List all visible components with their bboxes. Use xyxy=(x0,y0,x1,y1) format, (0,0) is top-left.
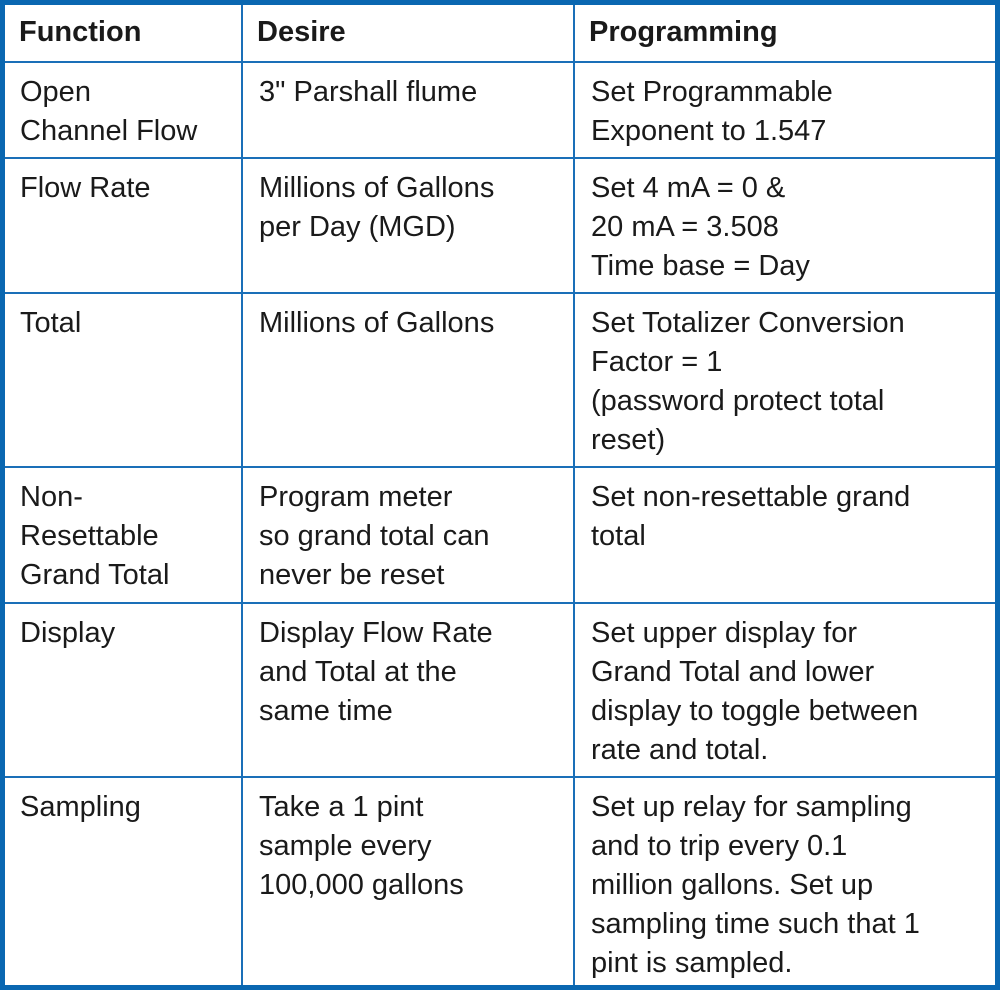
cell-function: Display xyxy=(5,602,243,778)
cell-desire: 3" Parshall flume xyxy=(241,61,575,159)
cell-desire: Display Flow Rate and Total at the same … xyxy=(241,602,575,778)
header-programming: Programming xyxy=(573,5,995,63)
cell-programming: Set 4 mA = 0 & 20 mA = 3.508 Time base =… xyxy=(573,157,995,294)
table-header-row: Function Desire Programming xyxy=(5,5,995,63)
cell-desire: Take a 1 pint sample every 100,000 gallo… xyxy=(241,776,575,985)
configuration-table: Function Desire Programming Open Channel… xyxy=(5,5,995,985)
table-row: Display Display Flow Rate and Total at t… xyxy=(5,602,995,778)
header-function: Function xyxy=(5,5,243,63)
table-row: Flow Rate Millions of Gallons per Day (M… xyxy=(5,157,995,294)
cell-programming: Set Programmable Exponent to 1.547 xyxy=(573,61,995,159)
cell-programming: Set up relay for sampling and to trip ev… xyxy=(573,776,995,985)
table-row: Total Millions of Gallons Set Totalizer … xyxy=(5,292,995,468)
table-row: Sampling Take a 1 pint sample every 100,… xyxy=(5,776,995,985)
header-desire: Desire xyxy=(241,5,575,63)
cell-function: Sampling xyxy=(5,776,243,985)
table-row: Open Channel Flow 3" Parshall flume Set … xyxy=(5,61,995,159)
cell-desire: Program meter so grand total can never b… xyxy=(241,466,575,604)
cell-programming: Set non-resettable grand total xyxy=(573,466,995,604)
table-row: Non- Resettable Grand Total Program mete… xyxy=(5,466,995,604)
configuration-table-frame: Function Desire Programming Open Channel… xyxy=(0,0,1000,990)
cell-desire: Millions of Gallons per Day (MGD) xyxy=(241,157,575,294)
cell-function: Open Channel Flow xyxy=(5,61,243,159)
cell-desire: Millions of Gallons xyxy=(241,292,575,468)
cell-function: Non- Resettable Grand Total xyxy=(5,466,243,604)
cell-programming: Set Totalizer Conversion Factor = 1 (pas… xyxy=(573,292,995,468)
cell-function: Total xyxy=(5,292,243,468)
cell-function: Flow Rate xyxy=(5,157,243,294)
cell-programming: Set upper display for Grand Total and lo… xyxy=(573,602,995,778)
